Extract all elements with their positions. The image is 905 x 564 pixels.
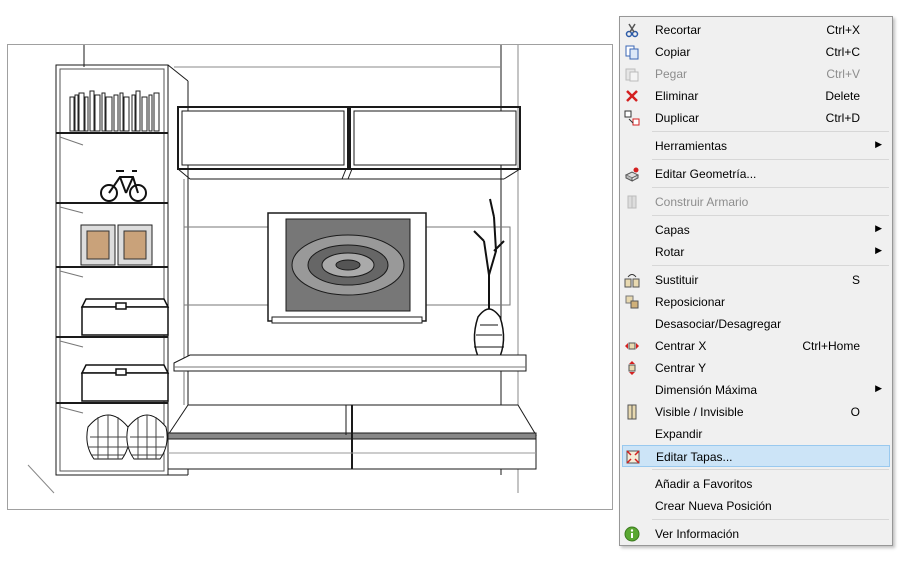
menu-item-shortcut: Ctrl+C xyxy=(825,45,860,59)
menu-item-label: Crear Nueva Posición xyxy=(655,499,772,513)
menu-item-desasociar[interactable]: Desasociar/Desagregar xyxy=(622,313,890,335)
reposition-icon xyxy=(625,295,639,309)
submenu-arrow-icon: ▶ xyxy=(875,245,882,255)
tv-drawing xyxy=(267,212,427,324)
submenu-arrow-icon: ▶ xyxy=(875,223,882,233)
menu-item-label: Capas xyxy=(655,223,690,237)
menu-item-herramientas[interactable]: Herramientas ▶ xyxy=(622,135,890,157)
delete-x-icon xyxy=(626,90,638,102)
menu-item-label: Desasociar/Desagregar xyxy=(655,317,782,331)
menu-item-label: Reposicionar xyxy=(655,295,726,309)
menu-item-expandir[interactable]: Expandir xyxy=(622,423,890,445)
menu-item-capas[interactable]: Capas ▶ xyxy=(622,219,890,241)
menu-item-label: Eliminar xyxy=(655,89,699,103)
menu-item-label: Añadir a Favoritos xyxy=(655,477,753,491)
lower-cabinet-drawing xyxy=(167,371,537,470)
menu-item-rotar[interactable]: Rotar ▶ xyxy=(622,241,890,263)
menu-item-label: Editar Tapas... xyxy=(656,450,733,464)
bookcase-drawing xyxy=(55,64,189,476)
menu-item-editar-tapas[interactable]: Editar Tapas... xyxy=(622,445,890,467)
menu-item-label: Duplicar xyxy=(655,111,700,125)
menu-separator xyxy=(652,159,889,160)
menu-separator xyxy=(652,215,889,216)
menu-item-pegar[interactable]: Pegar Ctrl+V xyxy=(622,63,890,85)
menu-item-recortar[interactable]: Recortar Ctrl+X xyxy=(622,19,890,41)
menu-item-visible-invisible[interactable]: Visible / Invisible O xyxy=(622,401,890,423)
menu-item-shortcut: Delete xyxy=(825,89,860,103)
menu-item-label: Pegar xyxy=(655,67,688,81)
scissors-icon xyxy=(625,23,639,38)
menu-item-label: Centrar Y xyxy=(655,361,707,375)
build-wardrobe-icon xyxy=(627,195,637,209)
menu-item-label: Rotar xyxy=(655,245,685,259)
submenu-arrow-icon: ▶ xyxy=(875,139,882,149)
center-y-icon xyxy=(628,361,636,375)
visibility-icon xyxy=(627,404,637,420)
menu-item-copiar[interactable]: Copiar Ctrl+C xyxy=(622,41,890,63)
menu-item-label: Sustituir xyxy=(655,273,699,287)
menu-item-crear-nueva-posicion[interactable]: Crear Nueva Posición xyxy=(622,495,890,517)
menu-separator xyxy=(652,187,889,188)
menu-item-label: Construir Armario xyxy=(655,195,749,209)
info-icon xyxy=(624,526,640,542)
context-menu: Recortar Ctrl+X Copiar Ctrl+C Pegar Ctrl… xyxy=(619,16,893,546)
menu-item-shortcut: O xyxy=(850,405,860,419)
menu-item-label: Centrar X xyxy=(655,339,707,353)
menu-item-label: Herramientas xyxy=(655,139,728,153)
menu-item-label: Editar Geometría... xyxy=(655,167,757,181)
menu-item-centrar-x[interactable]: Centrar X Ctrl+Home xyxy=(622,335,890,357)
menu-separator xyxy=(652,469,889,470)
menu-separator xyxy=(652,519,889,520)
furniture-drawing xyxy=(27,45,537,494)
menu-item-ver-informacion[interactable]: Ver Información xyxy=(622,523,890,545)
menu-item-editar-geometria[interactable]: Editar Geometría... xyxy=(622,163,890,185)
menu-item-sustituir[interactable]: Sustituir S xyxy=(622,269,890,291)
duplicate-icon xyxy=(624,110,640,126)
menu-item-label: Expandir xyxy=(655,427,703,441)
center-x-icon xyxy=(625,342,639,350)
menu-item-duplicar[interactable]: Duplicar Ctrl+D xyxy=(622,107,890,129)
menu-item-label: Dimensión Máxima xyxy=(655,383,758,397)
replace-icon xyxy=(624,274,640,288)
menu-item-label: Visible / Invisible xyxy=(655,405,744,419)
menu-item-label: Ver Información xyxy=(655,527,740,541)
menu-item-label: Recortar xyxy=(655,23,702,37)
menu-item-shortcut: S xyxy=(851,273,860,287)
decorative-vase-drawing xyxy=(473,198,505,362)
menu-item-shortcut: Ctrl+V xyxy=(826,67,860,81)
menu-item-reposicionar[interactable]: Reposicionar xyxy=(622,291,890,313)
menu-item-eliminar[interactable]: Eliminar Delete xyxy=(622,85,890,107)
menu-item-construir-armario[interactable]: Construir Armario xyxy=(622,191,890,213)
edit-geometry-icon xyxy=(624,167,640,182)
menu-item-anadir-favoritos[interactable]: Añadir a Favoritos xyxy=(622,473,890,495)
submenu-arrow-icon: ▶ xyxy=(875,383,882,393)
menu-item-centrar-y[interactable]: Centrar Y xyxy=(622,357,890,379)
design-viewport[interactable] xyxy=(7,44,613,510)
menu-item-dimension-maxima[interactable]: Dimensión Máxima ▶ xyxy=(622,379,890,401)
menu-item-shortcut: Ctrl+Home xyxy=(802,339,860,353)
menu-item-label: Copiar xyxy=(655,45,691,59)
menu-item-shortcut: Ctrl+D xyxy=(825,111,860,125)
upper-cabinets-drawing xyxy=(177,106,521,180)
menu-separator xyxy=(652,265,889,266)
menu-separator xyxy=(652,131,889,132)
paste-icon xyxy=(625,68,639,82)
edit-covers-icon xyxy=(626,450,640,464)
menu-item-shortcut: Ctrl+X xyxy=(826,23,860,37)
copy-icon xyxy=(625,45,639,60)
